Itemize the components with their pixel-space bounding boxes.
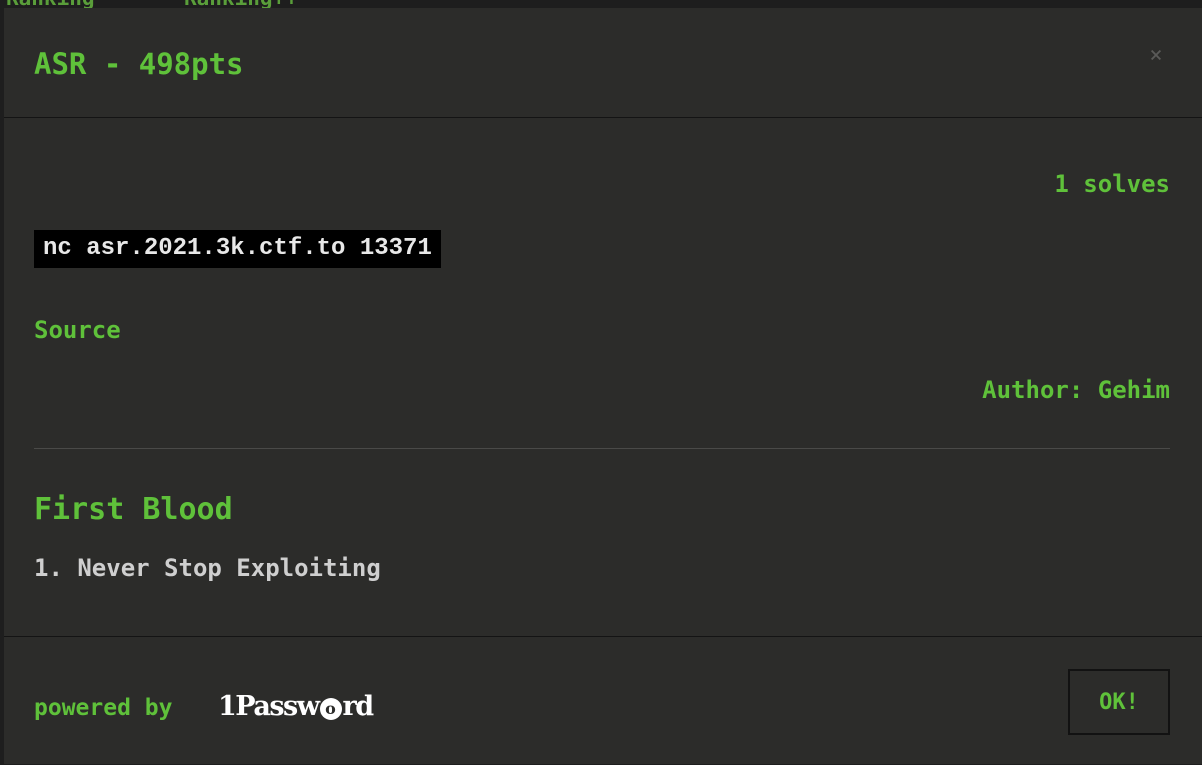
challenge-modal: ASR - 498pts × 1 solves nc asr.2021.3k.c…	[4, 8, 1202, 764]
solves-count: 1 solves	[1054, 170, 1170, 198]
background-nav: Ranking Ranking++	[0, 0, 1202, 8]
first-blood-list: 1. Never Stop Exploiting	[34, 552, 381, 584]
close-icon[interactable]: ×	[1144, 44, 1168, 68]
first-blood-entry: 1. Never Stop Exploiting	[34, 554, 381, 582]
first-blood-heading: First Blood	[34, 492, 233, 527]
challenge-title: ASR - 498pts	[34, 47, 244, 81]
modal-header: ASR - 498pts ×	[4, 8, 1202, 118]
section-divider	[34, 448, 1170, 449]
logo-text-tail: rd	[342, 691, 375, 722]
nav-item-ranking[interactable]: Ranking	[6, 0, 95, 8]
ok-button[interactable]: OK!	[1068, 669, 1170, 735]
author-label: Author: Gehim	[982, 376, 1170, 404]
nav-item-ranking-plus[interactable]: Ranking++	[184, 0, 298, 8]
logo-keyhole-icon: o	[319, 698, 342, 720]
connection-command: nc asr.2021.3k.ctf.to 13371	[34, 230, 441, 268]
logo-text: 1Passw	[218, 691, 320, 722]
source-link[interactable]: Source	[34, 314, 121, 346]
modal-footer: powered by 1Passw o rd OK!	[4, 636, 1202, 765]
onepassword-logo[interactable]: 1Passw o rd	[218, 687, 375, 727]
powered-by-label: powered by	[34, 695, 173, 721]
